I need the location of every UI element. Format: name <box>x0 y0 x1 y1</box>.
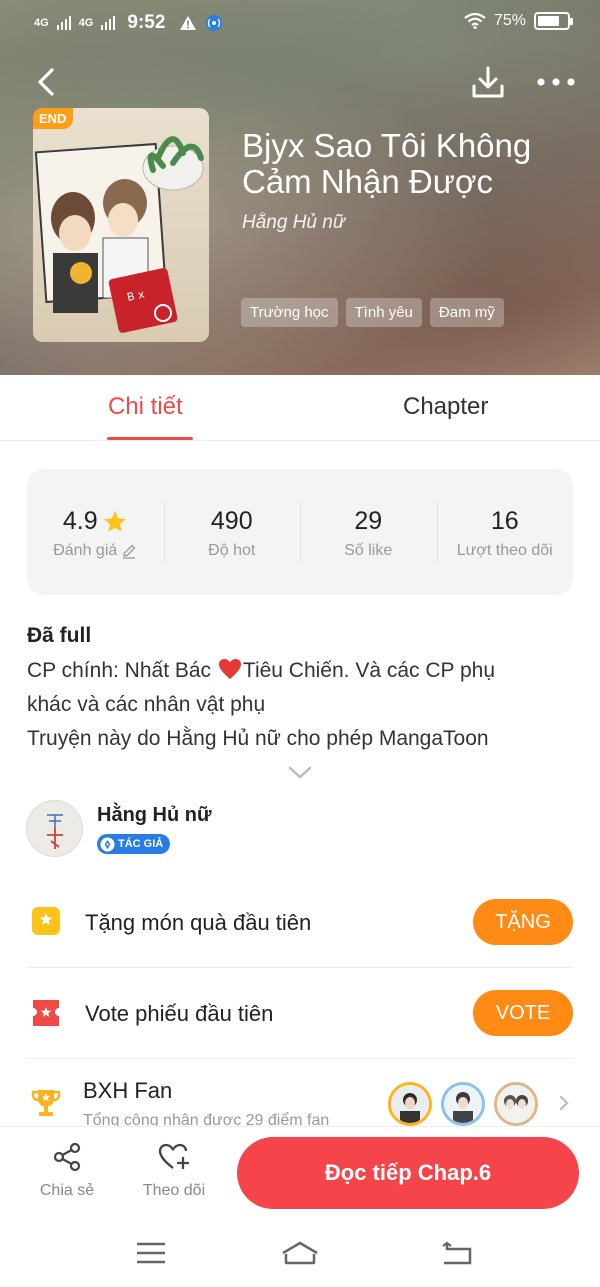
hot-value: 490 <box>210 507 253 535</box>
ticket-icon <box>33 1000 59 1026</box>
wifi-icon <box>464 13 486 29</box>
network-indicator-2: 4G <box>78 16 94 29</box>
cover-image[interactable]: B x <box>33 108 209 342</box>
hero-header: 4G 4G 9:52 75% B x END Bjyx Sao Tôi Khôn… <box>0 0 600 375</box>
vote-label: Vote phiếu đầu tiên <box>85 1001 274 1026</box>
stat-followers: 16 Lượt theo dõi <box>436 469 574 595</box>
hot-label: Độ hot <box>208 542 256 559</box>
completion-status: Đã full <box>27 624 92 647</box>
expand-chevron-icon[interactable] <box>287 765 313 781</box>
author-name[interactable]: Hằng Hủ nữ <box>97 804 211 827</box>
home-icon[interactable] <box>280 1239 320 1267</box>
fan-avatar[interactable] <box>494 1082 538 1126</box>
more-options-button[interactable] <box>536 70 576 94</box>
network-indicator-1: 4G <box>34 16 49 29</box>
status-bar: 4G 4G 9:52 75% <box>0 0 600 46</box>
stats-panel: 4.9 Đánh giá 490 Độ hot 29 Số like 16 Lư… <box>27 469 573 595</box>
fan-ranking-title[interactable]: BXH Fan <box>83 1078 172 1104</box>
follow-button[interactable]: Theo dõi <box>129 1141 219 1200</box>
follow-label: Theo dõi <box>142 1182 206 1199</box>
active-tab-indicator <box>107 437 193 440</box>
status-time: 9:52 <box>127 12 166 33</box>
pen-nib-icon <box>100 836 115 852</box>
gift-button[interactable]: TẶNG <box>473 899 573 945</box>
vote-button[interactable]: VOTE <box>473 990 573 1036</box>
fan-avatar[interactable] <box>441 1082 485 1126</box>
divider <box>27 1058 573 1059</box>
tag-bl[interactable]: Đam mỹ <box>429 298 504 327</box>
star-icon <box>103 510 126 532</box>
tab-details[interactable]: Chi tiết <box>108 393 183 421</box>
gift-label: Tặng món quà đầu tiên <box>85 910 312 935</box>
signal-icon-2 <box>101 16 116 30</box>
return-icon[interactable] <box>440 1239 474 1267</box>
hotspot-icon <box>206 15 223 31</box>
battery-icon <box>534 12 573 30</box>
fan-avatar-3-art <box>497 1085 535 1123</box>
edit-icon <box>123 544 136 559</box>
description-line-1: CP chính: Nhất Bác Tiêu Chiến. Và các CP… <box>27 659 496 682</box>
stat-likes: 29 Số like <box>300 469 437 595</box>
followers-label: Lượt theo dõi <box>456 542 553 559</box>
book-author[interactable]: Hằng Hủ nữ <box>242 212 345 234</box>
fan-avatar-1-art <box>391 1085 429 1123</box>
signal-icon <box>56 16 71 30</box>
menu-icon[interactable] <box>134 1239 168 1267</box>
warning-icon <box>180 16 197 30</box>
author-badge: TÁC GIẢ <box>97 834 171 854</box>
stat-rating[interactable]: 4.9 Đánh giá <box>27 469 164 595</box>
share-label: Chia sẻ <box>39 1182 95 1199</box>
tab-bar: Chi tiết Chapter <box>0 375 600 441</box>
battery-percent: 75% <box>493 12 526 29</box>
heart-plus-icon <box>158 1143 189 1169</box>
bottom-action-bar: Chia sẻ Theo dõi Đọc tiếp Chap.6 <box>0 1126 600 1222</box>
author-avatar[interactable] <box>26 800 83 857</box>
tab-chapter[interactable]: Chapter <box>403 393 488 421</box>
book-title: Bjyx Sao Tôi Không Cảm Nhận Được <box>242 127 532 200</box>
trophy-icon <box>31 1090 61 1116</box>
likes-label: Số like <box>344 542 393 559</box>
back-button[interactable] <box>32 64 62 100</box>
cover-art: B x <box>33 108 209 342</box>
stat-hot: 490 Độ hot <box>163 469 301 595</box>
download-button[interactable] <box>470 64 506 100</box>
description-line-3: Truyện này do Hằng Hủ nữ cho phép MangaT… <box>27 727 489 750</box>
chevron-right-icon[interactable] <box>558 1094 570 1112</box>
heart-emoji-icon <box>218 659 241 679</box>
gift-icon <box>32 907 60 935</box>
author-avatar-art <box>47 814 63 849</box>
tag-love[interactable]: Tình yêu <box>345 298 422 327</box>
rating-label: Đánh giá <box>53 542 118 559</box>
share-button[interactable]: Chia sẻ <box>22 1141 112 1200</box>
continue-reading-button[interactable]: Đọc tiếp Chap.6 <box>237 1137 579 1209</box>
end-badge: END <box>33 108 74 129</box>
system-navigation-bar <box>0 1222 600 1287</box>
followers-value: 16 <box>490 507 519 535</box>
tag-list: Trường học Tình yêu Đam mỹ <box>241 298 504 327</box>
fan-avatar-2-art <box>444 1085 482 1123</box>
gift-row: Tặng món quà đầu tiên TẶNG <box>27 878 573 968</box>
tag-school[interactable]: Trường học <box>241 298 338 327</box>
share-icon <box>53 1142 81 1172</box>
fan-avatar[interactable] <box>388 1082 432 1126</box>
rating-value: 4.9 <box>62 507 98 535</box>
description-line-2: khác và các nhân vật phụ <box>27 693 266 716</box>
vote-row: Vote phiếu đầu tiên VOTE <box>27 968 573 1058</box>
description[interactable]: Đã full CP chính: Nhất Bác Tiêu Chiến. V… <box>27 624 573 756</box>
likes-value: 29 <box>354 507 383 535</box>
author-badge-label: TÁC GIẢ <box>118 838 164 850</box>
